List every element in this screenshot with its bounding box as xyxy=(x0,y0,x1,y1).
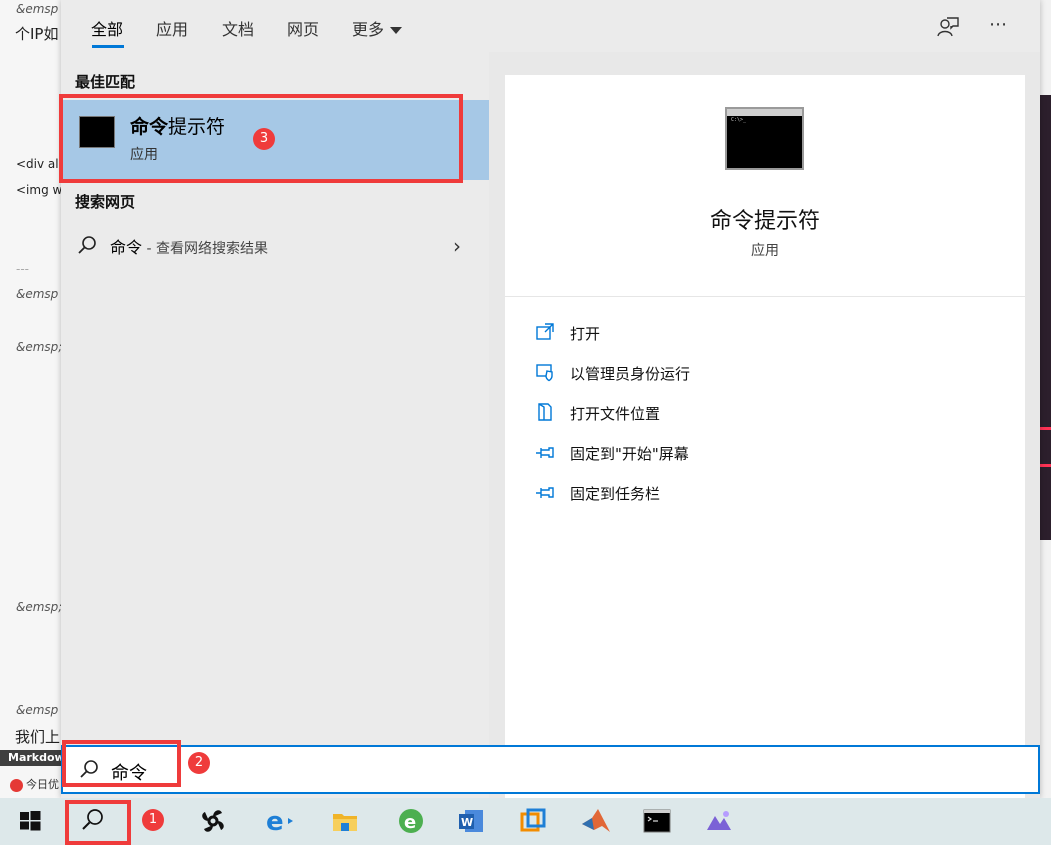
taskbar-app-matlab[interactable] xyxy=(570,798,618,845)
taskbar-app-browser[interactable]: e xyxy=(386,798,434,845)
editor-line: &emsp xyxy=(16,703,59,717)
web-query-hint: - 查看网络搜索结果 xyxy=(142,241,268,257)
heart-icon xyxy=(10,778,23,792)
action-open[interactable]: 打开 xyxy=(535,318,835,348)
background-terminal xyxy=(1039,0,1051,798)
editor-line: &emsp; xyxy=(16,340,63,354)
annotation-box-taskbar-search xyxy=(65,800,131,845)
web-search-heading: 搜索网页 xyxy=(75,193,136,211)
taskbar-app-word[interactable]: W xyxy=(446,798,494,845)
search-icon xyxy=(78,236,96,254)
action-label: 打开 xyxy=(570,325,601,343)
mountain-app-icon xyxy=(707,811,731,830)
file-location-icon xyxy=(538,403,552,421)
action-pin-to-start[interactable]: 固定到"开始"屏幕 xyxy=(535,438,835,468)
action-label: 固定到任务栏 xyxy=(570,485,661,503)
today-text: 今日优 xyxy=(26,778,59,791)
today-label: 今日优 xyxy=(10,776,59,792)
tab-more[interactable]: 更多 xyxy=(352,16,403,40)
tab-web[interactable]: 网页 xyxy=(287,16,319,40)
terminal-icon xyxy=(643,809,671,833)
preview-title: 命令提示符 xyxy=(709,209,820,234)
pin-icon xyxy=(536,447,554,458)
cmd-icon-titlebar xyxy=(727,109,802,116)
taskbar-app-cmd[interactable] xyxy=(632,798,680,845)
background-editor: &emsp 个IP如 <div ali <img w --- &emsp &em… xyxy=(0,0,63,798)
pinwheel-app-icon xyxy=(202,810,224,832)
green-browser-icon: e xyxy=(399,809,423,833)
svg-text:W: W xyxy=(461,816,473,829)
tab-active-indicator xyxy=(92,45,124,48)
annotation-badge-2: 2 xyxy=(188,752,210,774)
action-label: 以管理员身份运行 xyxy=(570,365,691,383)
editor-line: 我们上 xyxy=(15,728,61,746)
annotation-badge-3: 3 xyxy=(253,128,275,150)
taskbar-app-purple[interactable] xyxy=(694,798,742,845)
terminal-area xyxy=(1039,95,1051,540)
tab-documents[interactable]: 文档 xyxy=(222,16,254,40)
internet-explorer-icon: e xyxy=(266,807,293,836)
editor-line: 个IP如 xyxy=(15,25,59,43)
annotation-box-search-input xyxy=(62,740,181,787)
divider xyxy=(505,296,1025,297)
terminal-red-line xyxy=(1039,427,1051,430)
taskbar-app-pinwheel[interactable] xyxy=(188,798,236,845)
app-preview: C:\>_ 命令提示符 应用 xyxy=(505,75,1025,293)
preview-subtitle: 应用 xyxy=(751,243,779,259)
svg-text:e: e xyxy=(404,812,416,833)
pin-icon xyxy=(536,487,554,498)
tab-apps[interactable]: 应用 xyxy=(156,16,188,40)
markdown-statusbar: Markdown xyxy=(0,750,62,766)
tab-more-label: 更多 xyxy=(352,20,385,39)
action-label: 固定到"开始"屏幕 xyxy=(570,445,689,463)
feedback-icon[interactable] xyxy=(936,15,960,39)
editor-line: &emsp; xyxy=(16,600,63,614)
vmware-icon xyxy=(520,808,546,832)
admin-shield-icon xyxy=(536,364,553,382)
tab-all[interactable]: 全部 xyxy=(91,16,123,40)
open-icon xyxy=(536,323,554,340)
editor-line: <div ali xyxy=(16,157,62,171)
action-run-as-admin[interactable]: 以管理员身份运行 xyxy=(535,358,835,388)
editor-line: &emsp xyxy=(16,2,59,16)
web-query-term: 命令 xyxy=(110,238,143,257)
chevron-right-icon: › xyxy=(453,234,461,258)
editor-line: <img w xyxy=(16,183,63,197)
web-query-text: 命令 - 查看网络搜索结果 xyxy=(110,234,268,258)
action-pin-to-taskbar[interactable]: 固定到任务栏 xyxy=(535,478,835,508)
svg-text:e: e xyxy=(266,807,284,836)
taskbar-app-file-explorer[interactable] xyxy=(320,798,368,845)
annotation-badge-1: 1 xyxy=(142,809,164,831)
chevron-down-icon xyxy=(390,27,403,34)
start-button[interactable] xyxy=(6,798,54,845)
preview-pane: C:\>_ 命令提示符 应用 打开 以管理员身份运行 打开文件位置 固定到"开始… xyxy=(505,75,1025,798)
search-tabs: 全部 应用 文档 网页 更多 ⋯ xyxy=(61,0,1040,52)
cmd-large-icon: C:\>_ xyxy=(725,107,804,170)
best-match-heading: 最佳匹配 xyxy=(75,73,136,91)
editor-line: &emsp xyxy=(16,287,59,301)
action-open-file-location[interactable]: 打开文件位置 xyxy=(535,398,835,428)
web-search-item[interactable]: 命令 - 查看网络搜索结果 › xyxy=(61,225,489,265)
cmd-icon-prompt: C:\>_ xyxy=(731,117,747,123)
matlab-icon xyxy=(582,809,610,832)
windows-logo-icon xyxy=(20,811,41,831)
terminal-red-line xyxy=(1039,464,1051,467)
taskbar-app-vmware[interactable] xyxy=(508,798,556,845)
action-label: 打开文件位置 xyxy=(570,405,661,423)
editor-line: --- xyxy=(16,262,29,276)
word-icon: W xyxy=(459,810,483,832)
folder-icon xyxy=(333,814,357,831)
taskbar-app-ie[interactable]: e xyxy=(254,798,302,845)
more-options-icon[interactable]: ⋯ xyxy=(989,14,1009,35)
